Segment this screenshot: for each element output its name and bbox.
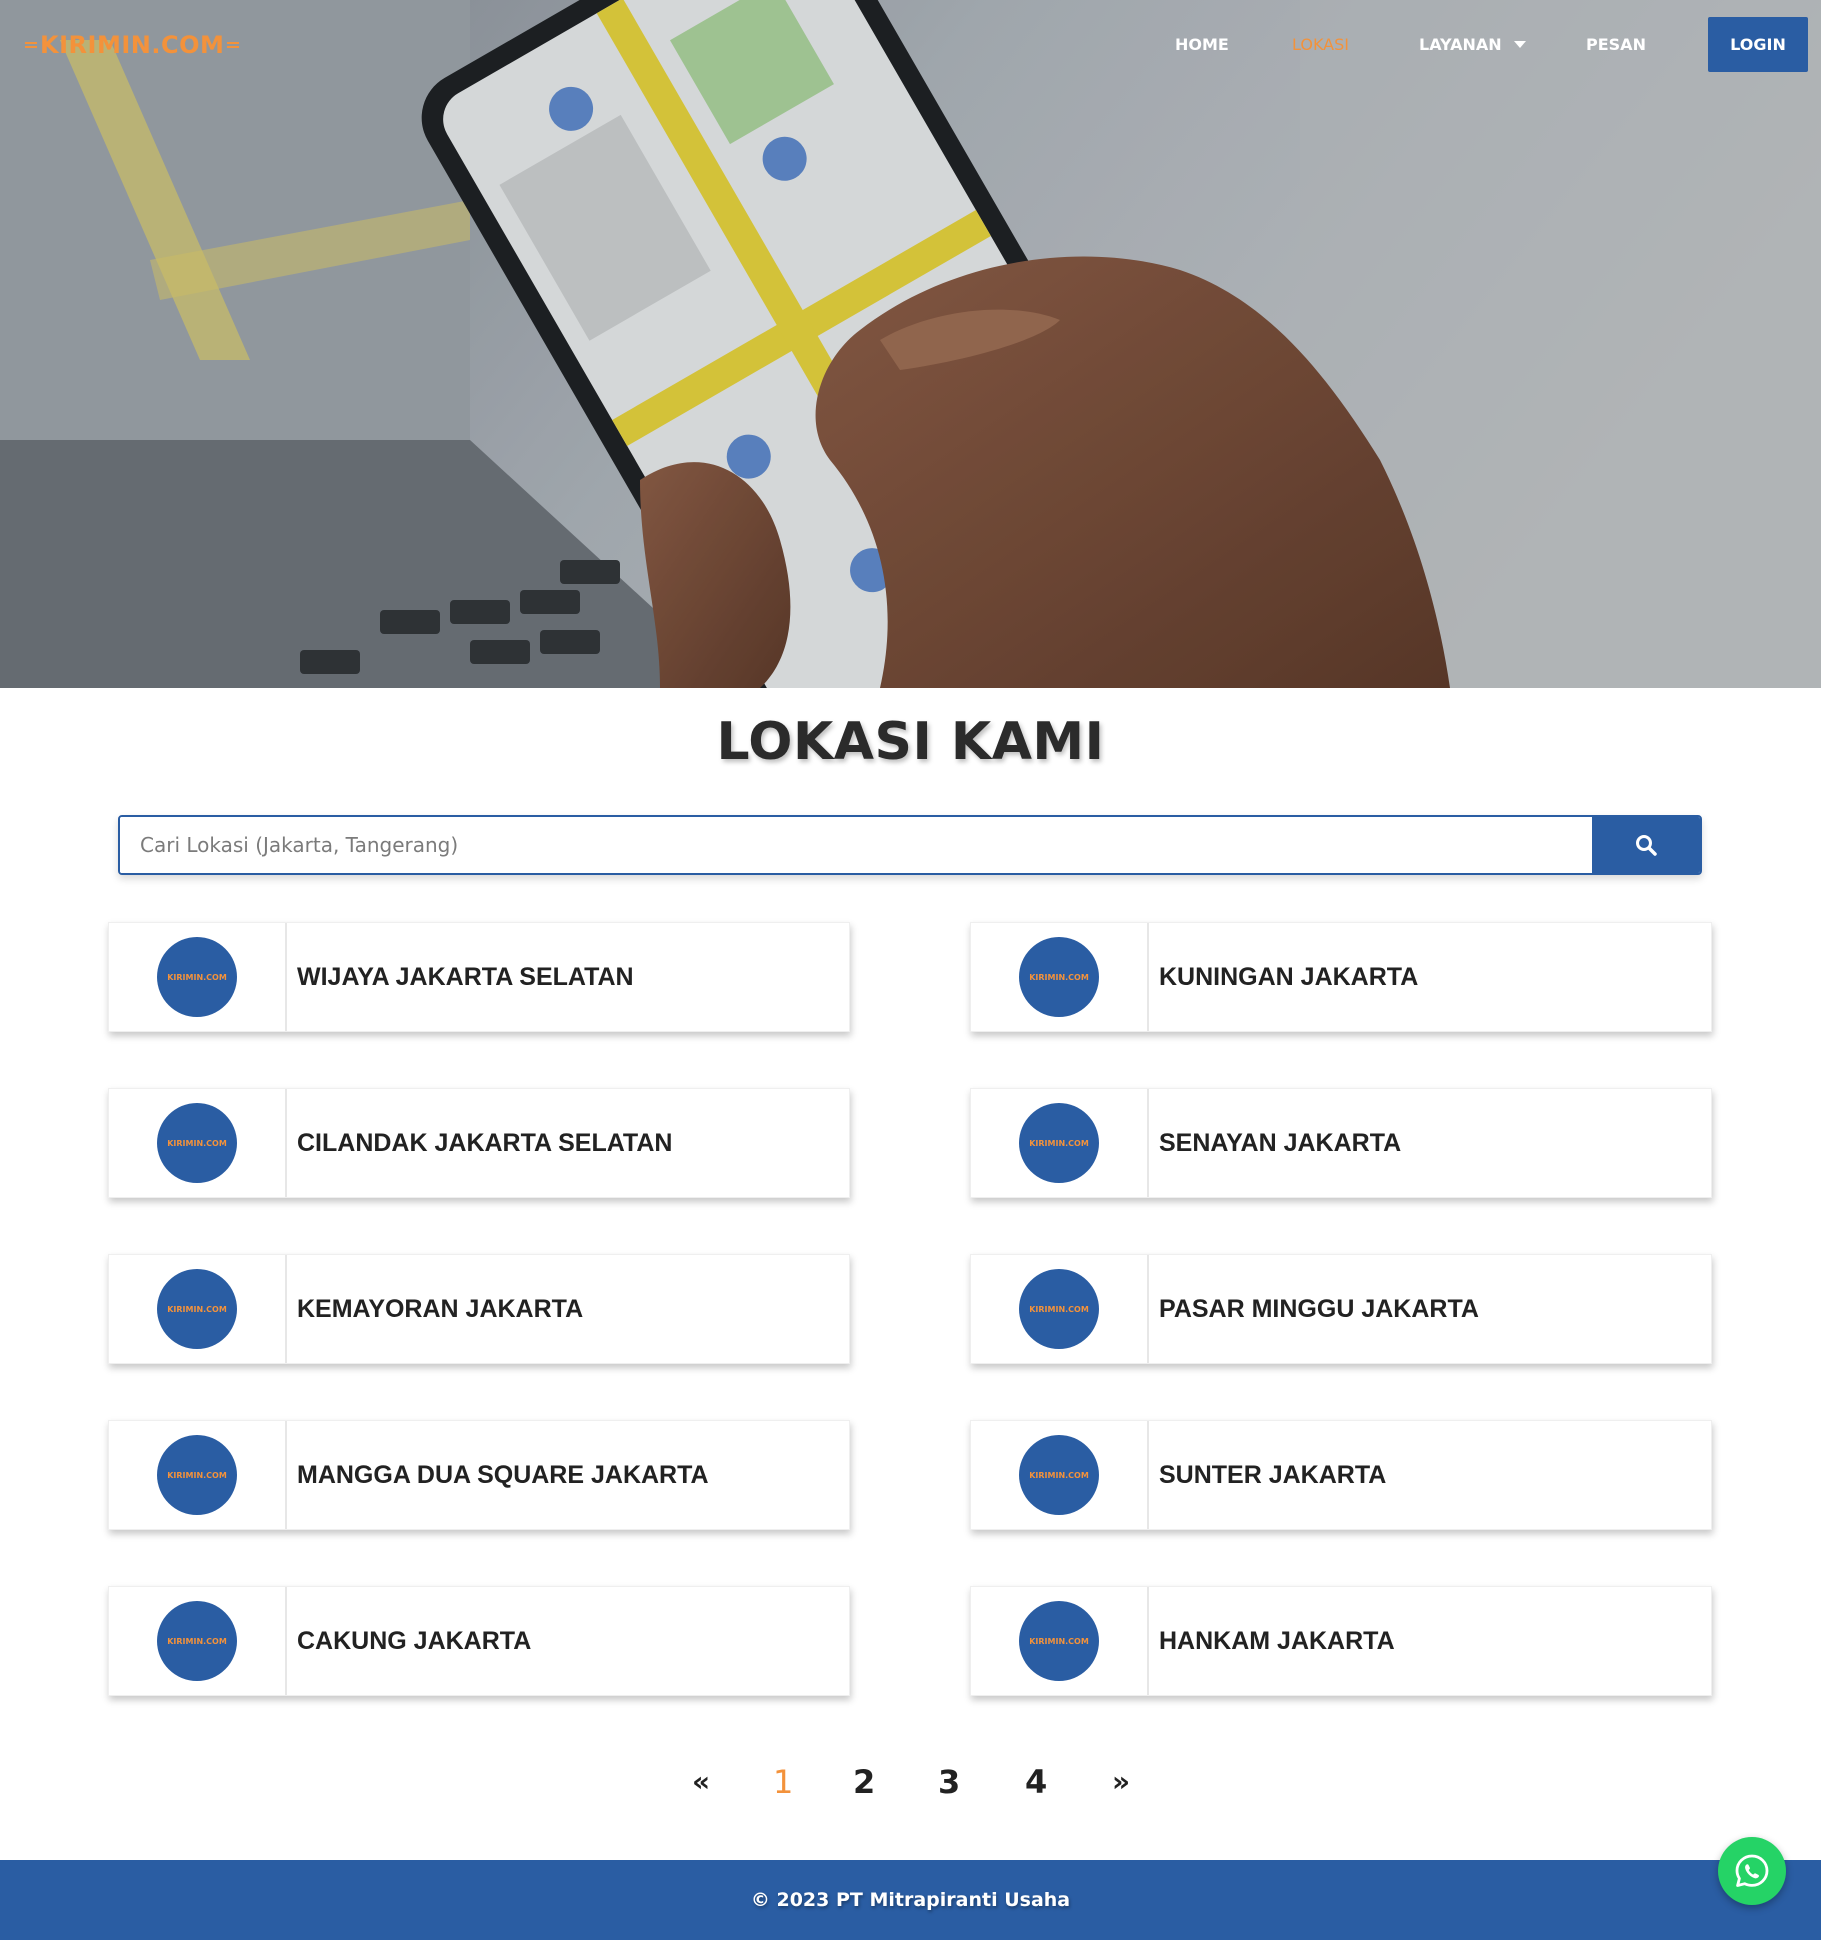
- location-logo: KIRIMIN.COM: [157, 1269, 237, 1349]
- location-name: PASAR MINGGU JAKARTA: [1159, 1294, 1479, 1323]
- location-logo: KIRIMIN.COM: [1019, 1269, 1099, 1349]
- logo-dash-left: [25, 42, 37, 48]
- location-name: WIJAYA JAKARTA SELATAN: [297, 962, 634, 991]
- pagination-page-4[interactable]: 4: [1025, 1757, 1047, 1807]
- location-logo: KIRIMIN.COM: [1019, 1103, 1099, 1183]
- location-name: KEMAYORAN JAKARTA: [297, 1294, 584, 1323]
- pagination: « 1 2 3 4 »: [0, 1757, 1821, 1807]
- location-name: HANKAM JAKARTA: [1159, 1626, 1395, 1655]
- nav-item-layanan[interactable]: LAYANAN: [1419, 22, 1526, 66]
- location-logo: KIRIMIN.COM: [157, 1435, 237, 1515]
- pagination-next[interactable]: »: [1112, 1757, 1130, 1807]
- location-thumb: KIRIMIN.COM: [971, 1421, 1149, 1529]
- location-card[interactable]: KIRIMIN.COM MANGGA DUA SQUARE JAKARTA: [108, 1420, 850, 1530]
- search-icon: [1636, 835, 1657, 856]
- location-logo: KIRIMIN.COM: [1019, 1601, 1099, 1681]
- location-name: SENAYAN JAKARTA: [1159, 1128, 1402, 1157]
- hero-banner: [0, 0, 1821, 688]
- location-logo: KIRIMIN.COM: [1019, 937, 1099, 1017]
- whatsapp-icon: [1735, 1854, 1769, 1887]
- search-bar: [118, 815, 1702, 875]
- location-thumb: KIRIMIN.COM: [109, 923, 287, 1031]
- location-card[interactable]: KIRIMIN.COM KEMAYORAN JAKARTA: [108, 1254, 850, 1364]
- location-thumb: KIRIMIN.COM: [109, 1089, 287, 1197]
- location-card[interactable]: KIRIMIN.COM KUNINGAN JAKARTA: [970, 922, 1712, 1032]
- location-thumb: KIRIMIN.COM: [971, 1587, 1149, 1695]
- location-logo: KIRIMIN.COM: [157, 1103, 237, 1183]
- logo-text: KIRIMIN.COM: [40, 31, 225, 59]
- location-card[interactable]: KIRIMIN.COM CAKUNG JAKARTA: [108, 1586, 850, 1696]
- location-name: KUNINGAN JAKARTA: [1159, 962, 1419, 991]
- pagination-prev[interactable]: «: [692, 1757, 710, 1807]
- location-name: CILANDAK JAKARTA SELATAN: [297, 1128, 673, 1157]
- brand-logo[interactable]: KIRIMIN.COM: [22, 28, 242, 62]
- location-logo: KIRIMIN.COM: [1019, 1435, 1099, 1515]
- location-thumb: KIRIMIN.COM: [971, 923, 1149, 1031]
- location-name: SUNTER JAKARTA: [1159, 1460, 1387, 1489]
- pagination-page-3[interactable]: 3: [938, 1757, 960, 1807]
- whatsapp-button[interactable]: [1718, 1837, 1786, 1905]
- location-card[interactable]: KIRIMIN.COM CILANDAK JAKARTA SELATAN: [108, 1088, 850, 1198]
- location-card[interactable]: KIRIMIN.COM PASAR MINGGU JAKARTA: [970, 1254, 1712, 1364]
- location-name: MANGGA DUA SQUARE JAKARTA: [297, 1460, 709, 1489]
- location-thumb: KIRIMIN.COM: [109, 1421, 287, 1529]
- footer: © 2023 PT Mitrapiranti Usaha: [0, 1860, 1821, 1940]
- location-thumb: KIRIMIN.COM: [971, 1089, 1149, 1197]
- location-card[interactable]: KIRIMIN.COM WIJAYA JAKARTA SELATAN: [108, 922, 850, 1032]
- location-logo: KIRIMIN.COM: [157, 1601, 237, 1681]
- location-logo: KIRIMIN.COM: [157, 937, 237, 1017]
- chevron-down-icon: [1513, 40, 1526, 48]
- footer-copyright: © 2023 PT Mitrapiranti Usaha: [750, 1889, 1071, 1911]
- location-card[interactable]: KIRIMIN.COM SUNTER JAKARTA: [970, 1420, 1712, 1530]
- pagination-page-1[interactable]: 1: [773, 1757, 793, 1807]
- location-thumb: KIRIMIN.COM: [109, 1587, 287, 1695]
- location-thumb: KIRIMIN.COM: [971, 1255, 1149, 1363]
- login-button[interactable]: LOGIN: [1708, 17, 1808, 72]
- search-input[interactable]: [120, 817, 1592, 873]
- nav-item-home[interactable]: HOME: [1175, 22, 1229, 66]
- location-card[interactable]: KIRIMIN.COM HANKAM JAKARTA: [970, 1586, 1712, 1696]
- nav-item-lokasi[interactable]: LOKASI: [1292, 22, 1349, 66]
- location-card[interactable]: KIRIMIN.COM SENAYAN JAKARTA: [970, 1088, 1712, 1198]
- logo-dash-right: [227, 42, 240, 48]
- hero-overlay: [0, 0, 1821, 688]
- location-name: CAKUNG JAKARTA: [297, 1626, 532, 1655]
- nav-item-pesan[interactable]: PESAN: [1586, 22, 1646, 66]
- nav-item-layanan-label: LAYANAN: [1419, 34, 1502, 54]
- search-button[interactable]: [1592, 817, 1700, 873]
- location-thumb: KIRIMIN.COM: [109, 1255, 287, 1363]
- page-title: LOKASI KAMI: [716, 712, 1105, 772]
- pagination-page-2[interactable]: 2: [853, 1757, 875, 1807]
